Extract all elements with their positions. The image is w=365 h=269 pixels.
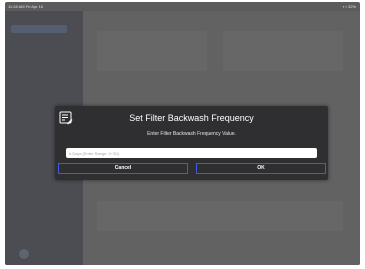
backwash-frequency-input[interactable]: [66, 148, 317, 158]
status-bar: 11:28 AM Fri Apr 16 ▪ ▪ 32%: [5, 2, 360, 11]
dialog-title: Set Filter Backwash Frequency: [129, 113, 254, 123]
content-card: [223, 31, 343, 71]
sidebar-header-dimmed: [11, 25, 67, 33]
content-card: [97, 201, 343, 231]
status-indicators: ▪ ▪ 32%: [342, 4, 356, 9]
app-window: 11:28 AM Fri Apr 16 ▪ ▪ 32% Set Filter B…: [5, 2, 360, 265]
cancel-button[interactable]: Cancel: [58, 163, 188, 174]
status-time: 11:28 AM Fri Apr 16: [8, 4, 44, 9]
content-card: [97, 31, 207, 71]
filter-backwash-dialog: Set Filter Backwash Frequency Enter Filt…: [55, 106, 328, 180]
avatar: [19, 249, 29, 259]
dialog-message: Enter Filter Backwash Frequency Value.: [147, 131, 236, 137]
ok-button[interactable]: OK: [196, 163, 326, 174]
